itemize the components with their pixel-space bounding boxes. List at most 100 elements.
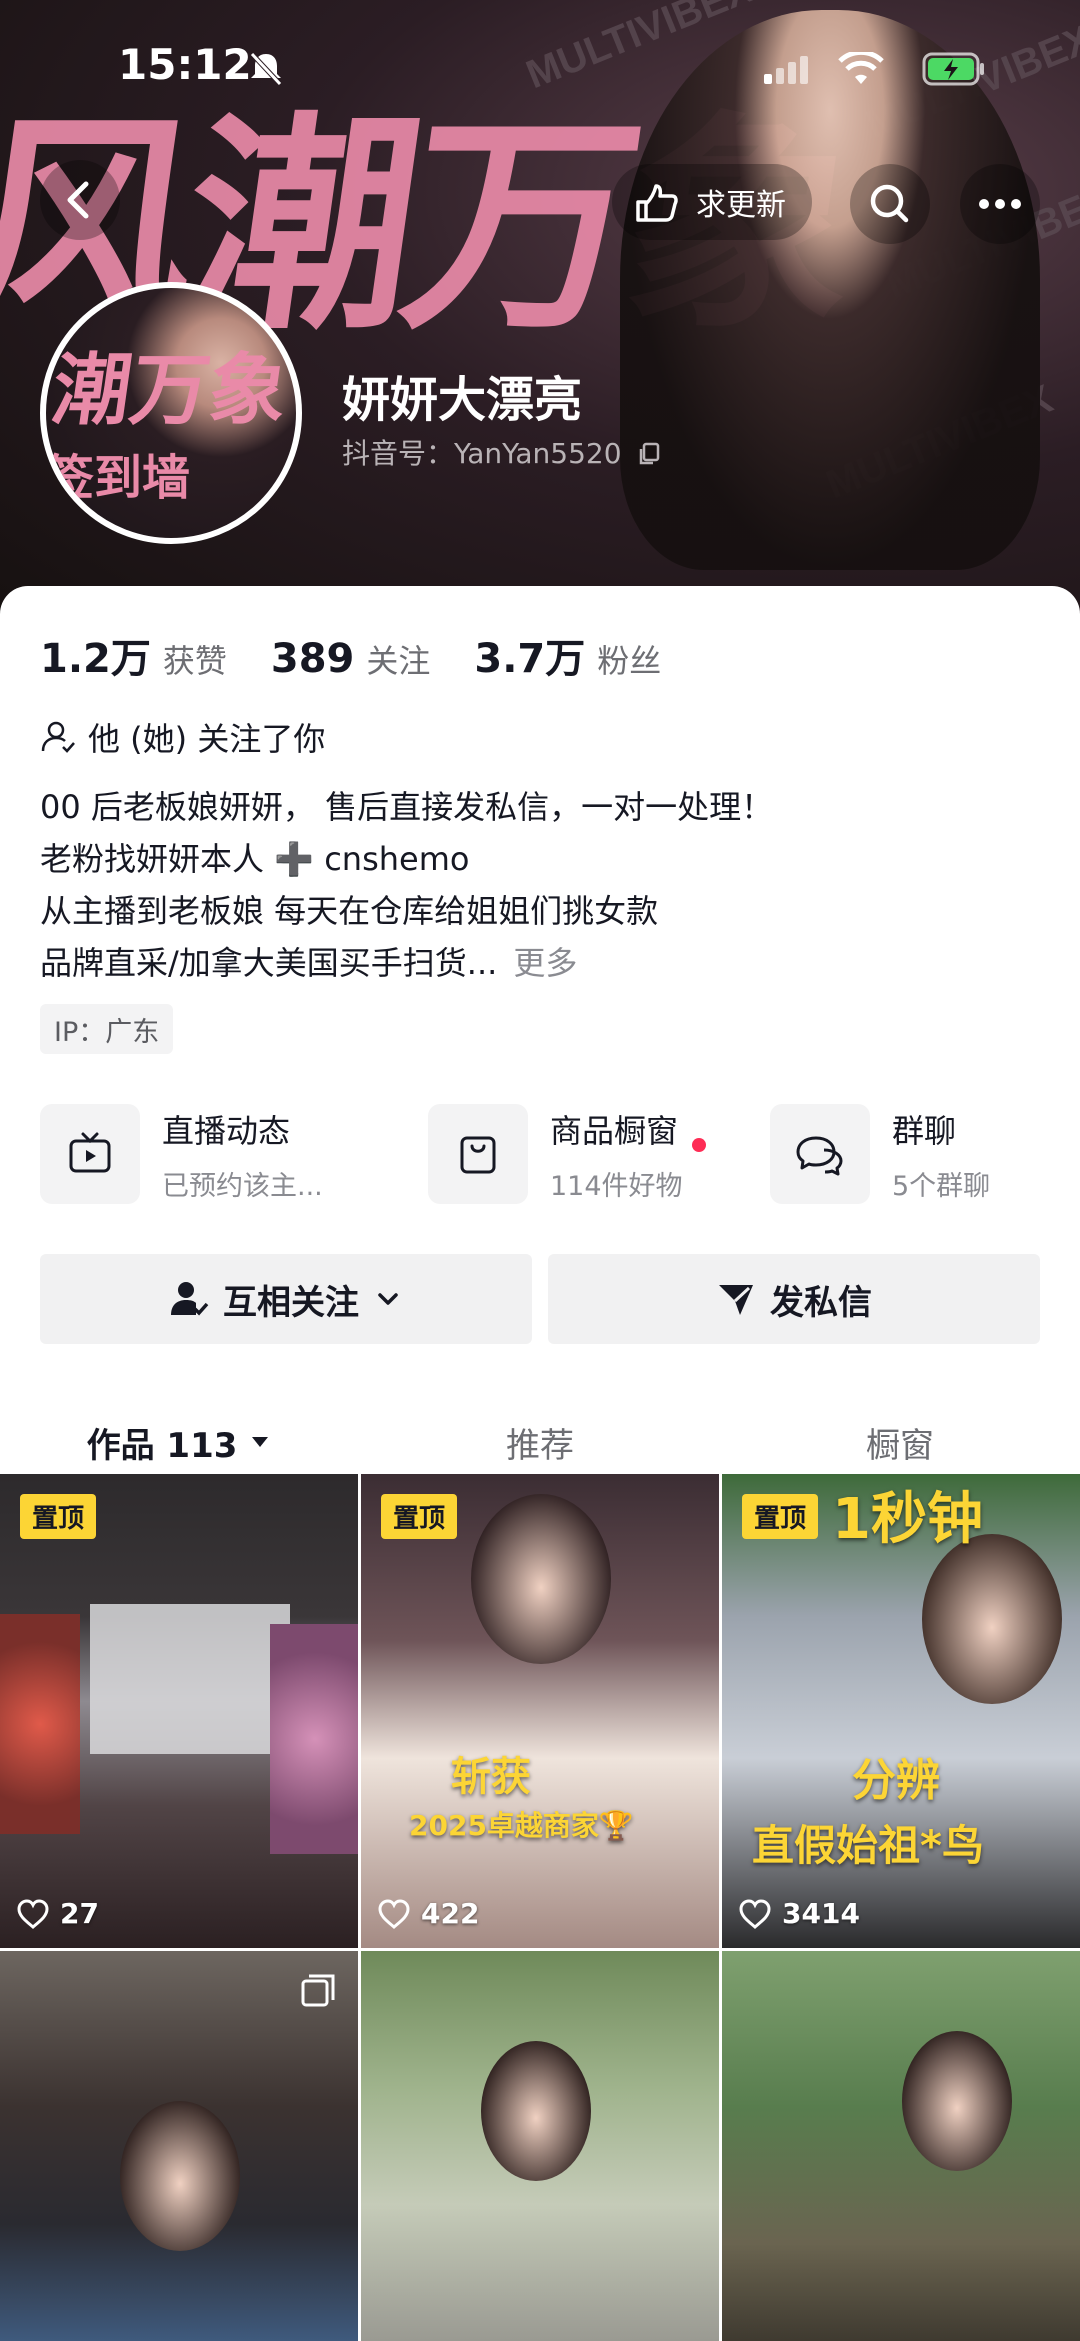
avatar-banner-text: 潮万象 <box>46 346 294 436</box>
service-shop[interactable]: 商品橱窗 114件好物 <box>428 1104 683 1204</box>
notification-dot <box>692 1138 706 1152</box>
profile-name: 妍妍大漂亮 <box>342 372 583 428</box>
video-likes: 27 <box>16 1897 99 1930</box>
tab-works-label: 作品 113 <box>86 1425 238 1466</box>
bio-line-last: 品牌直采/加拿大美国买手扫货... 更多 <box>40 938 577 984</box>
thumbnail-flowers <box>270 1624 358 1854</box>
pinned-badge: 置顶 <box>742 1494 819 1539</box>
thumbnail-face <box>902 2031 1012 2171</box>
bio-line: 从主播到老板娘 每天在仓库给姐姐们挑女款 <box>40 892 659 930</box>
follows-you-text: 他 (她) 关注了你 <box>88 720 326 758</box>
stat-likes-value: 1.2万 <box>40 636 151 682</box>
thumbnail-sign <box>90 1604 290 1754</box>
service-live-subtitle: 已预约该主... <box>162 1170 323 1202</box>
service-shop-subtitle: 114件好物 <box>550 1170 683 1202</box>
more-dots-icon <box>979 199 1021 209</box>
follows-you-note: 他 (她) 关注了你 <box>40 714 325 760</box>
service-shop-title: 商品橱窗 <box>550 1111 679 1150</box>
status-bar: 15:12 <box>0 40 1080 110</box>
video-tile[interactable] <box>722 1951 1080 2341</box>
request-update-button[interactable]: 求更新 <box>612 164 812 240</box>
signal-icon <box>764 56 808 84</box>
stat-followers[interactable]: 3.7万 粉丝 <box>474 626 661 684</box>
stat-following-value: 389 <box>270 636 355 682</box>
person-icon <box>41 721 75 753</box>
profile-stats: 1.2万 获赞 389 关注 3.7万 粉丝 <box>40 626 661 684</box>
video-caption: 1秒钟 <box>832 1487 983 1552</box>
stat-followers-value: 3.7万 <box>474 636 586 682</box>
thumbnail-flowers <box>0 1614 80 1834</box>
mutual-follow-button[interactable]: 互相关注 <box>40 1254 532 1344</box>
ip-location-badge: IP：广东 <box>40 1004 174 1054</box>
video-likes: 422 <box>377 1897 479 1930</box>
search-button[interactable] <box>850 164 930 244</box>
chat-icon <box>796 1136 843 1176</box>
mutual-follow-label: 互相关注 <box>223 1282 359 1323</box>
stat-likes[interactable]: 1.2万 获赞 <box>40 626 227 684</box>
bio-line-text: 品牌直采/加拿大美国买手扫货... <box>40 944 498 982</box>
douyin-id-text: 抖音号：YanYan5520 <box>342 437 622 470</box>
heart-icon <box>739 1898 771 1929</box>
service-shop-icon-box <box>428 1104 528 1204</box>
video-likes-count: 27 <box>60 1897 99 1930</box>
thumbnail-face <box>481 2041 591 2181</box>
bio-line: 00 后老板娘妍妍， 售后直接发私信，一对一处理！ <box>40 788 774 826</box>
send-message-label: 发私信 <box>770 1282 872 1323</box>
service-chat-title: 群聊 <box>892 1111 957 1150</box>
bag-icon <box>460 1136 496 1174</box>
bio-line: 老粉找妍妍本人 ➕ cnshemo <box>40 840 470 878</box>
douyin-id[interactable]: 抖音号：YanYan5520 <box>342 432 662 472</box>
mutual-follow-icon <box>171 1282 209 1316</box>
video-likes: 3414 <box>738 1897 860 1930</box>
avatar-banner-subtext: 签到墙 <box>46 450 191 506</box>
heart-icon <box>17 1898 49 1929</box>
service-chat-subtitle: 5个群聊 <box>892 1170 991 1202</box>
video-tile[interactable]: 1秒钟 分辨 直假始祖*鸟 置顶 3414 <box>722 1474 1080 1948</box>
stat-following-label: 关注 <box>366 642 431 680</box>
thumbnail-face <box>471 1494 611 1664</box>
tab-showcase-label: 橱窗 <box>866 1425 934 1466</box>
service-live-icon-box <box>40 1104 140 1204</box>
tab-recommended-label: 推荐 <box>506 1425 574 1466</box>
back-button[interactable] <box>40 160 120 240</box>
video-tile[interactable]: 斩获 2025卓越商家🏆 置顶 422 <box>361 1474 719 1948</box>
video-caption: 分辨 <box>852 1755 940 1806</box>
stat-likes-label: 获赞 <box>162 642 227 680</box>
video-tile[interactable] <box>361 1951 719 2341</box>
video-caption: 2025卓越商家🏆 <box>409 1809 634 1842</box>
service-chat-icon-box <box>770 1104 870 1204</box>
tv-icon <box>69 1132 111 1173</box>
paper-plane-icon <box>719 1285 753 1315</box>
send-message-button[interactable]: 发私信 <box>548 1254 1040 1344</box>
hand-point-icon <box>636 184 678 222</box>
mute-bell-icon <box>250 52 282 86</box>
bio-more-link[interactable]: 更多 <box>513 944 577 982</box>
status-time: 15:12 <box>118 40 252 89</box>
pinned-badge: 置顶 <box>20 1494 97 1539</box>
video-caption: 斩获 <box>451 1754 531 1800</box>
request-update-label: 求更新 <box>696 188 786 223</box>
gallery-icon <box>301 1974 335 2007</box>
chevron-down-icon <box>378 1293 398 1305</box>
video-tile[interactable]: 置顶 27 <box>0 1474 358 1948</box>
service-live-title: 直播动态 <box>162 1111 291 1150</box>
video-caption: 直假始祖*鸟 <box>752 1821 984 1870</box>
battery-icon <box>922 52 984 86</box>
video-tile[interactable] <box>0 1951 358 2341</box>
more-button[interactable] <box>960 164 1040 244</box>
copy-icon[interactable] <box>636 441 662 467</box>
search-icon <box>870 184 909 223</box>
pinned-badge: 置顶 <box>381 1494 458 1539</box>
video-likes-count: 422 <box>421 1897 480 1930</box>
video-likes-count: 3414 <box>782 1897 860 1930</box>
stat-followers-label: 粉丝 <box>597 642 662 680</box>
stat-following[interactable]: 389 关注 <box>271 636 431 682</box>
service-live[interactable]: 直播动态 已预约该主... <box>40 1104 323 1204</box>
thumbnail-face <box>922 1534 1062 1704</box>
avatar[interactable]: 潮万象 签到墙 <box>40 282 302 544</box>
service-group-chat[interactable]: 群聊 5个群聊 <box>770 1104 990 1204</box>
caret-down-icon <box>252 1437 269 1447</box>
heart-icon <box>378 1898 410 1929</box>
chevron-left-icon <box>67 181 89 219</box>
wifi-icon <box>838 52 884 84</box>
